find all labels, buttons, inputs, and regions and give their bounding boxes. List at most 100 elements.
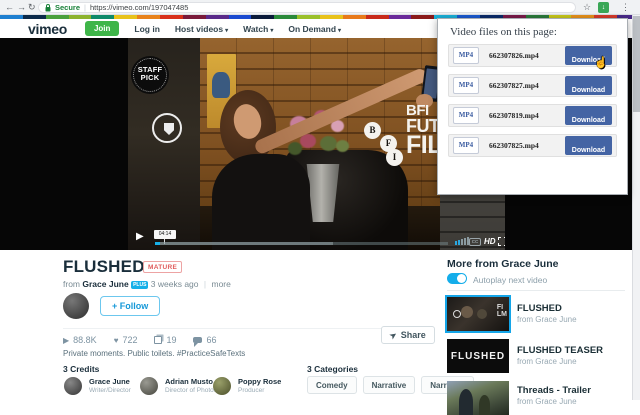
- filename: 662307819.mp4: [489, 111, 539, 120]
- chevron-down-icon: ▾: [225, 28, 228, 34]
- volume-bars[interactable]: [455, 237, 469, 245]
- filename: 662307825.mp4: [489, 141, 539, 150]
- plays-stat[interactable]: ▶88.8K: [63, 335, 97, 345]
- download-size: 13.9 MB: [576, 165, 601, 172]
- staff-pick-text: STAFF: [131, 66, 169, 74]
- download-button[interactable]: Download 41.7 MB: [565, 76, 612, 95]
- staff-pick-text: PICK: [131, 74, 169, 82]
- fullscreen-button[interactable]: [498, 237, 505, 246]
- credit-role: Producer: [238, 387, 264, 394]
- filetype-badge: MP4: [453, 107, 479, 124]
- avatar[interactable]: [63, 293, 89, 319]
- byline-separator: |: [204, 279, 206, 289]
- heart-icon: ♥: [114, 336, 119, 345]
- download-label: Download: [572, 117, 605, 124]
- autoplay-toggle[interactable]: [447, 273, 467, 284]
- forward-icon[interactable]: →: [17, 1, 26, 14]
- upload-age: 3 weeks ago: [151, 279, 199, 289]
- follow-button[interactable]: + Follow: [100, 296, 160, 316]
- likes-count: 722: [122, 335, 137, 345]
- scene-woman-body: [212, 154, 310, 250]
- login-link[interactable]: Log in: [134, 24, 160, 34]
- byline-from: from: [63, 279, 80, 289]
- credit-role: Director of Photo...: [165, 387, 219, 394]
- buffered-bar: [155, 242, 333, 245]
- secure-label: Secure: [55, 3, 80, 12]
- comment-icon: [193, 337, 202, 343]
- lock-icon: [45, 4, 51, 12]
- collections-stat[interactable]: 19: [154, 335, 176, 345]
- scene-leaves: [336, 140, 349, 152]
- nav-watch[interactable]: Watch▾: [243, 24, 273, 34]
- vimeo-logo[interactable]: vimeo: [28, 21, 67, 37]
- nav-on-demand[interactable]: On Demand▾: [288, 24, 341, 34]
- page-content: FLUSHED MATURE from Grace June PLUS 3 we…: [0, 250, 632, 400]
- plays-count: 88.8K: [73, 335, 97, 345]
- avatar: [213, 377, 231, 395]
- download-button[interactable]: Download 29.2 MB: [565, 106, 612, 125]
- more-link[interactable]: more: [211, 279, 230, 289]
- sidebar-heading: More from Grace June: [447, 258, 558, 270]
- play-button[interactable]: ▶: [136, 231, 144, 242]
- download-row: MP4 662307826.mp4 Download 103.2 MB ☝: [448, 44, 617, 67]
- video-downloader-extension-icon[interactable]: ↓: [598, 2, 609, 13]
- scene-leaves: [320, 136, 337, 151]
- back-icon[interactable]: ←: [5, 1, 14, 14]
- hand-cursor-icon: ☝: [594, 56, 608, 69]
- browser-toolbar: ← → ↻ Secure | https://vimeo.com/1970474…: [0, 0, 640, 15]
- scrollbar-thumb[interactable]: [633, 16, 640, 112]
- download-row: MP4 662307827.mp4 Download 41.7 MB: [448, 74, 617, 97]
- nav-host-videos[interactable]: Host videos▾: [175, 24, 228, 34]
- timestamp-chip: 04:14: [154, 230, 176, 239]
- sidebar-video-title[interactable]: FLUSHED TEASER: [517, 345, 603, 356]
- download-button[interactable]: Download 13.9 MB: [565, 136, 612, 155]
- join-button[interactable]: Join: [85, 21, 119, 36]
- played-bar: [155, 242, 160, 245]
- bfi-logo-circle: I: [386, 149, 403, 166]
- sidebar-video-thumbnail-active[interactable]: FILM: [447, 297, 509, 331]
- sidebar-video-title[interactable]: FLUSHED: [517, 303, 562, 314]
- category-chip[interactable]: Comedy: [307, 376, 357, 394]
- credit-name: Poppy Rose: [238, 377, 281, 386]
- scene-flower: [300, 134, 316, 148]
- collections-icon: [154, 336, 162, 344]
- short-film-badge: [152, 113, 182, 143]
- plus-badge: PLUS: [131, 281, 148, 289]
- download-label: Download: [572, 87, 605, 94]
- bookmark-star-icon[interactable]: ☆: [583, 1, 591, 14]
- nav-label: Host videos: [175, 24, 223, 34]
- sidebar-video-thumbnail[interactable]: [447, 381, 509, 415]
- chevron-down-icon: ▾: [270, 28, 273, 34]
- scene-leaves: [288, 142, 302, 155]
- comments-count: 66: [206, 335, 216, 345]
- extension-popup: Video files on this page: MP4 662307826.…: [437, 18, 628, 195]
- filetype-badge: MP4: [453, 137, 479, 154]
- avatar: [140, 377, 158, 395]
- collections-count: 19: [166, 335, 176, 345]
- credits-heading: 3 Credits: [63, 364, 99, 374]
- address-url[interactable]: https://vimeo.com/197047485: [90, 3, 188, 12]
- sidebar-video-title[interactable]: Threads - Trailer: [517, 385, 591, 396]
- sidebar-video-thumbnail[interactable]: FLUSHED: [447, 339, 509, 373]
- share-icon: ➤: [388, 329, 399, 340]
- author-link[interactable]: Grace June: [82, 279, 128, 289]
- share-button[interactable]: ➤ Share: [381, 326, 435, 344]
- reload-icon[interactable]: ↻: [28, 1, 36, 14]
- video-description: Private moments. Public toilets. #Practi…: [63, 349, 245, 358]
- bfi-logo-circle: B: [364, 122, 381, 139]
- category-chip[interactable]: Narrative: [363, 376, 416, 394]
- cc-button[interactable]: CC: [469, 238, 481, 246]
- credit-name: Grace June: [89, 377, 130, 386]
- progress-bar[interactable]: [155, 242, 448, 245]
- likes-stat[interactable]: ♥722: [114, 335, 138, 345]
- categories-heading: 3 Categories: [307, 364, 358, 374]
- sidebar-video-byline: from Grace June: [517, 357, 577, 366]
- mature-badge: MATURE: [143, 261, 182, 273]
- download-row: MP4 662307825.mp4 Download 13.9 MB: [448, 134, 617, 157]
- filename: 662307826.mp4: [489, 51, 539, 60]
- download-label: Download: [572, 147, 605, 154]
- address-bar[interactable]: Secure | https://vimeo.com/197047485: [38, 2, 576, 13]
- browser-menu-icon[interactable]: ⋮: [621, 1, 630, 14]
- autoplay-label: Autoplay next video: [473, 275, 547, 285]
- comments-stat[interactable]: 66: [193, 335, 216, 345]
